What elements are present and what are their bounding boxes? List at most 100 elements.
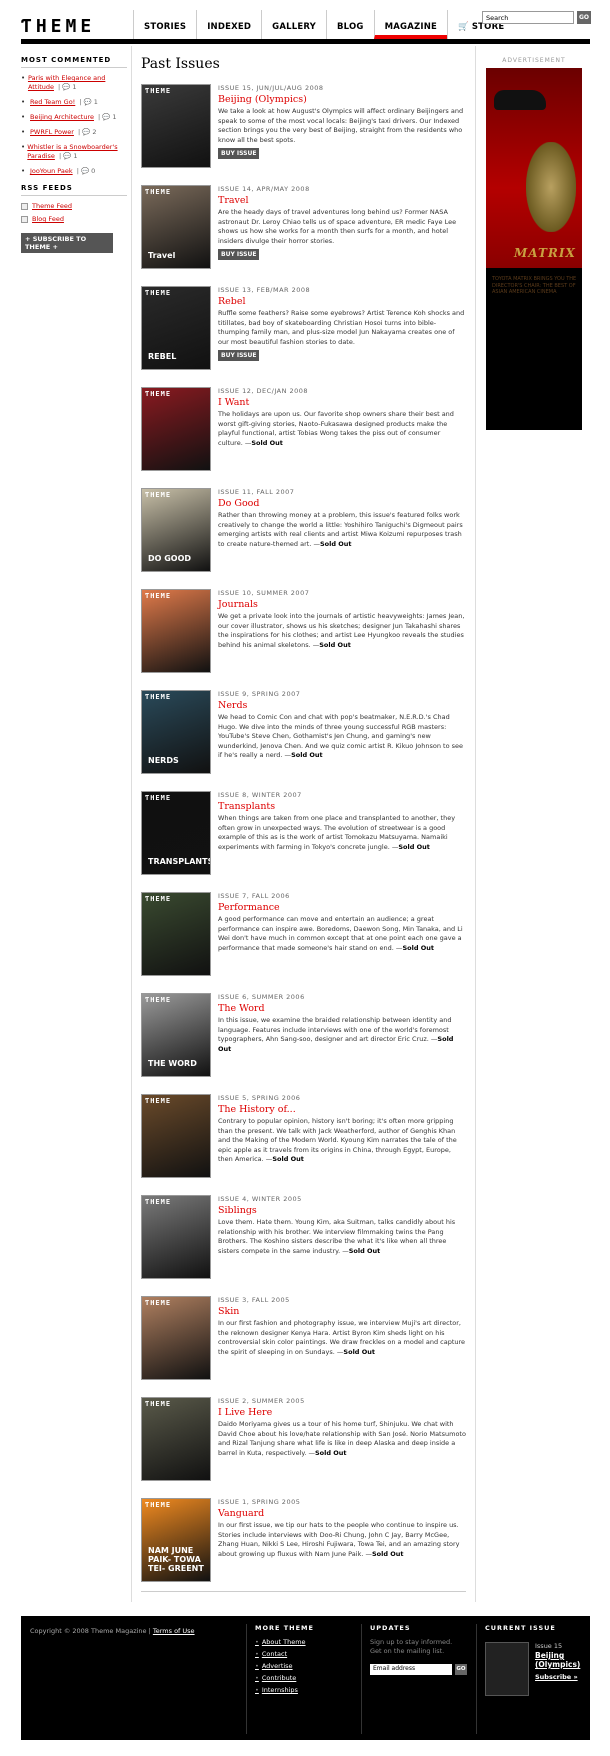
issue-number: Issue 2, Summer 2005 xyxy=(218,1397,305,1405)
footer-link[interactable]: • About Theme xyxy=(255,1638,356,1646)
rss-link[interactable]: Theme Feed xyxy=(32,202,72,210)
issue-title[interactable]: Performance xyxy=(218,902,466,913)
issue-title[interactable]: The Word xyxy=(218,1003,466,1014)
most-commented-link[interactable]: PWRFL Power xyxy=(30,128,74,136)
footer-link[interactable]: • Contribute xyxy=(255,1674,356,1682)
issue-title[interactable]: The History of... xyxy=(218,1104,466,1115)
rss-item[interactable]: Blog Feed xyxy=(21,215,127,223)
issue-cover[interactable]: ƬHEME xyxy=(141,387,211,471)
issue-cover[interactable]: ƬHEME xyxy=(141,1397,211,1481)
nav-blog[interactable]: Blog xyxy=(326,10,374,39)
comment-icon: | 💬 xyxy=(75,128,91,136)
comment-count: 1 xyxy=(112,113,117,121)
sold-out-label: Sold Out xyxy=(319,640,351,649)
site-logo[interactable]: ƬHEME xyxy=(21,16,95,37)
issue-cover[interactable]: ƬHEME NAM JUNE PAIK- TOWA TEI- GREENT xyxy=(141,1498,211,1582)
email-input[interactable]: Email address xyxy=(370,1664,452,1675)
car-image xyxy=(494,90,546,110)
issue-title[interactable]: Rebel xyxy=(218,296,466,307)
comment-count: 2 xyxy=(92,128,97,136)
issue-description: In our first fashion and photography iss… xyxy=(218,1319,466,1356)
issue-title[interactable]: Skin xyxy=(218,1306,466,1317)
divider xyxy=(141,1591,466,1592)
footer-subscribe-link[interactable]: Subscribe » xyxy=(535,1673,590,1682)
bullet: • xyxy=(21,167,26,175)
terms-link[interactable]: Terms of Use xyxy=(153,1627,195,1635)
issue-entry: ƬHEME Issue 15, Jun/Jul/Aug 2008 Beijing (… xyxy=(141,80,466,181)
cover-logo: ƬHEME xyxy=(145,1198,172,1206)
nav-magazine[interactable]: Magazine xyxy=(373,10,448,39)
issue-cover[interactable]: ƬHEME xyxy=(141,589,211,673)
current-issue-cover[interactable] xyxy=(485,1642,529,1696)
cover-logo: ƬHEME xyxy=(145,693,172,701)
most-commented-link[interactable]: Beijing Architecture xyxy=(30,113,94,121)
issue-title[interactable]: Beijing (Olympics) xyxy=(218,94,466,105)
current-issue-title[interactable]: Beijing (Olympics) xyxy=(535,1651,590,1669)
footer-link-label: Contact xyxy=(261,1650,288,1658)
updates-column: Updates Sign up to stay informed. Get on… xyxy=(361,1624,476,1734)
buy-issue-button[interactable]: BUY ISSUE xyxy=(218,249,260,260)
buy-issue-button[interactable]: BUY ISSUE xyxy=(218,350,260,361)
copyright-text: Copyright © 2008 Theme Magazine | xyxy=(30,1627,151,1635)
issue-title[interactable]: Siblings xyxy=(218,1205,466,1216)
footer-link[interactable]: • Internships xyxy=(255,1686,356,1694)
cover-word: TRANSPLANTS xyxy=(148,857,211,866)
most-commented-link[interactable]: JooYoun Paek xyxy=(30,167,73,175)
rss-heading: RSS Feeds xyxy=(21,184,127,196)
nav-stories[interactable]: Stories xyxy=(133,10,196,39)
copyright: Copyright © 2008 Theme Magazine | Terms … xyxy=(30,1627,195,1635)
issue-title[interactable]: Do Good xyxy=(218,498,466,509)
subscribe-button[interactable]: + SUBSCRIBE TO THEME + xyxy=(21,233,113,253)
footer-link[interactable]: • Contact xyxy=(255,1650,356,1658)
issue-title[interactable]: Journals xyxy=(218,599,466,610)
cover-word: NAM JUNE PAIK- TOWA TEI- GREENT xyxy=(148,1546,204,1573)
issue-cover[interactable]: ƬHEME Travel xyxy=(141,185,211,269)
issue-cover[interactable]: ƬHEME NERDS xyxy=(141,690,211,774)
issue-desc-text: In our first issue, we tip our hats to t… xyxy=(218,1521,460,1558)
most-commented-item: • Paris with Elegance and Attitude | 💬 1 xyxy=(21,74,127,92)
search-input[interactable]: Search xyxy=(482,11,574,24)
comment-count: 1 xyxy=(72,83,77,91)
cover-logo: ƬHEME xyxy=(145,188,172,196)
issue-cover[interactable]: ƬHEME xyxy=(141,892,211,976)
search-go-button[interactable]: GO xyxy=(577,11,591,24)
most-commented-item: • PWRFL Power | 💬 2 xyxy=(21,128,127,137)
issue-title[interactable]: Vanguard xyxy=(218,1508,466,1519)
rss-link[interactable]: Blog Feed xyxy=(32,215,64,223)
issue-title[interactable]: Nerds xyxy=(218,700,466,711)
advertisement-banner[interactable]: MATRIX Toyota Matrix brings you the dire… xyxy=(486,68,582,430)
issue-number: Issue 9, Spring 2007 xyxy=(218,690,301,698)
nav-indexed[interactable]: Indexed xyxy=(196,10,261,39)
issue-title[interactable]: I Live Here xyxy=(218,1407,466,1418)
issue-title[interactable]: Travel xyxy=(218,195,466,206)
issue-cover[interactable]: ƬHEME xyxy=(141,1094,211,1178)
email-go-button[interactable]: GO xyxy=(455,1664,467,1675)
issue-title[interactable]: Transplants xyxy=(218,801,466,812)
issue-cover[interactable]: ƬHEME THE WORD xyxy=(141,993,211,1077)
footer-link[interactable]: • Advertise xyxy=(255,1662,356,1670)
comment-count: 0 xyxy=(91,167,96,175)
issue-info: Issue 5, Spring 2006 The History of... Con… xyxy=(218,1094,466,1165)
rss-item[interactable]: Theme Feed xyxy=(21,202,127,210)
issue-title[interactable]: I Want xyxy=(218,397,466,408)
issue-number: Issue 5, Spring 2006 xyxy=(218,1094,301,1102)
comment-count: 1 xyxy=(73,152,78,160)
cover-logo: ƬHEME xyxy=(145,1501,172,1509)
issue-cover[interactable]: ƬHEME REBEL xyxy=(141,286,211,370)
issue-cover[interactable]: ƬHEME xyxy=(141,84,211,168)
issue-cover[interactable]: ƬHEME xyxy=(141,1296,211,1380)
issue-cover[interactable]: ƬHEME xyxy=(141,1195,211,1279)
cover-word: NERDS xyxy=(148,756,179,765)
issue-info: Issue 10, Summer 2007 Journals We get a pr… xyxy=(218,589,466,650)
issue-number: Issue 15, Jun/Jul/Aug 2008 xyxy=(218,84,324,92)
feed-icon xyxy=(21,202,28,210)
cart-icon: 🛒 xyxy=(458,22,469,32)
buy-issue-button[interactable]: BUY ISSUE xyxy=(218,148,260,159)
nav-gallery[interactable]: Gallery xyxy=(261,10,326,39)
sold-out-label: Sold Out xyxy=(291,751,323,759)
issue-info: Issue 6, Summer 2006 The Word In this issu… xyxy=(218,993,466,1054)
issue-cover[interactable]: ƬHEME DO GOOD xyxy=(141,488,211,572)
bullet: • xyxy=(21,74,26,82)
issue-cover[interactable]: ƬHEME TRANSPLANTS xyxy=(141,791,211,875)
most-commented-link[interactable]: Red Team Go! xyxy=(30,98,75,106)
